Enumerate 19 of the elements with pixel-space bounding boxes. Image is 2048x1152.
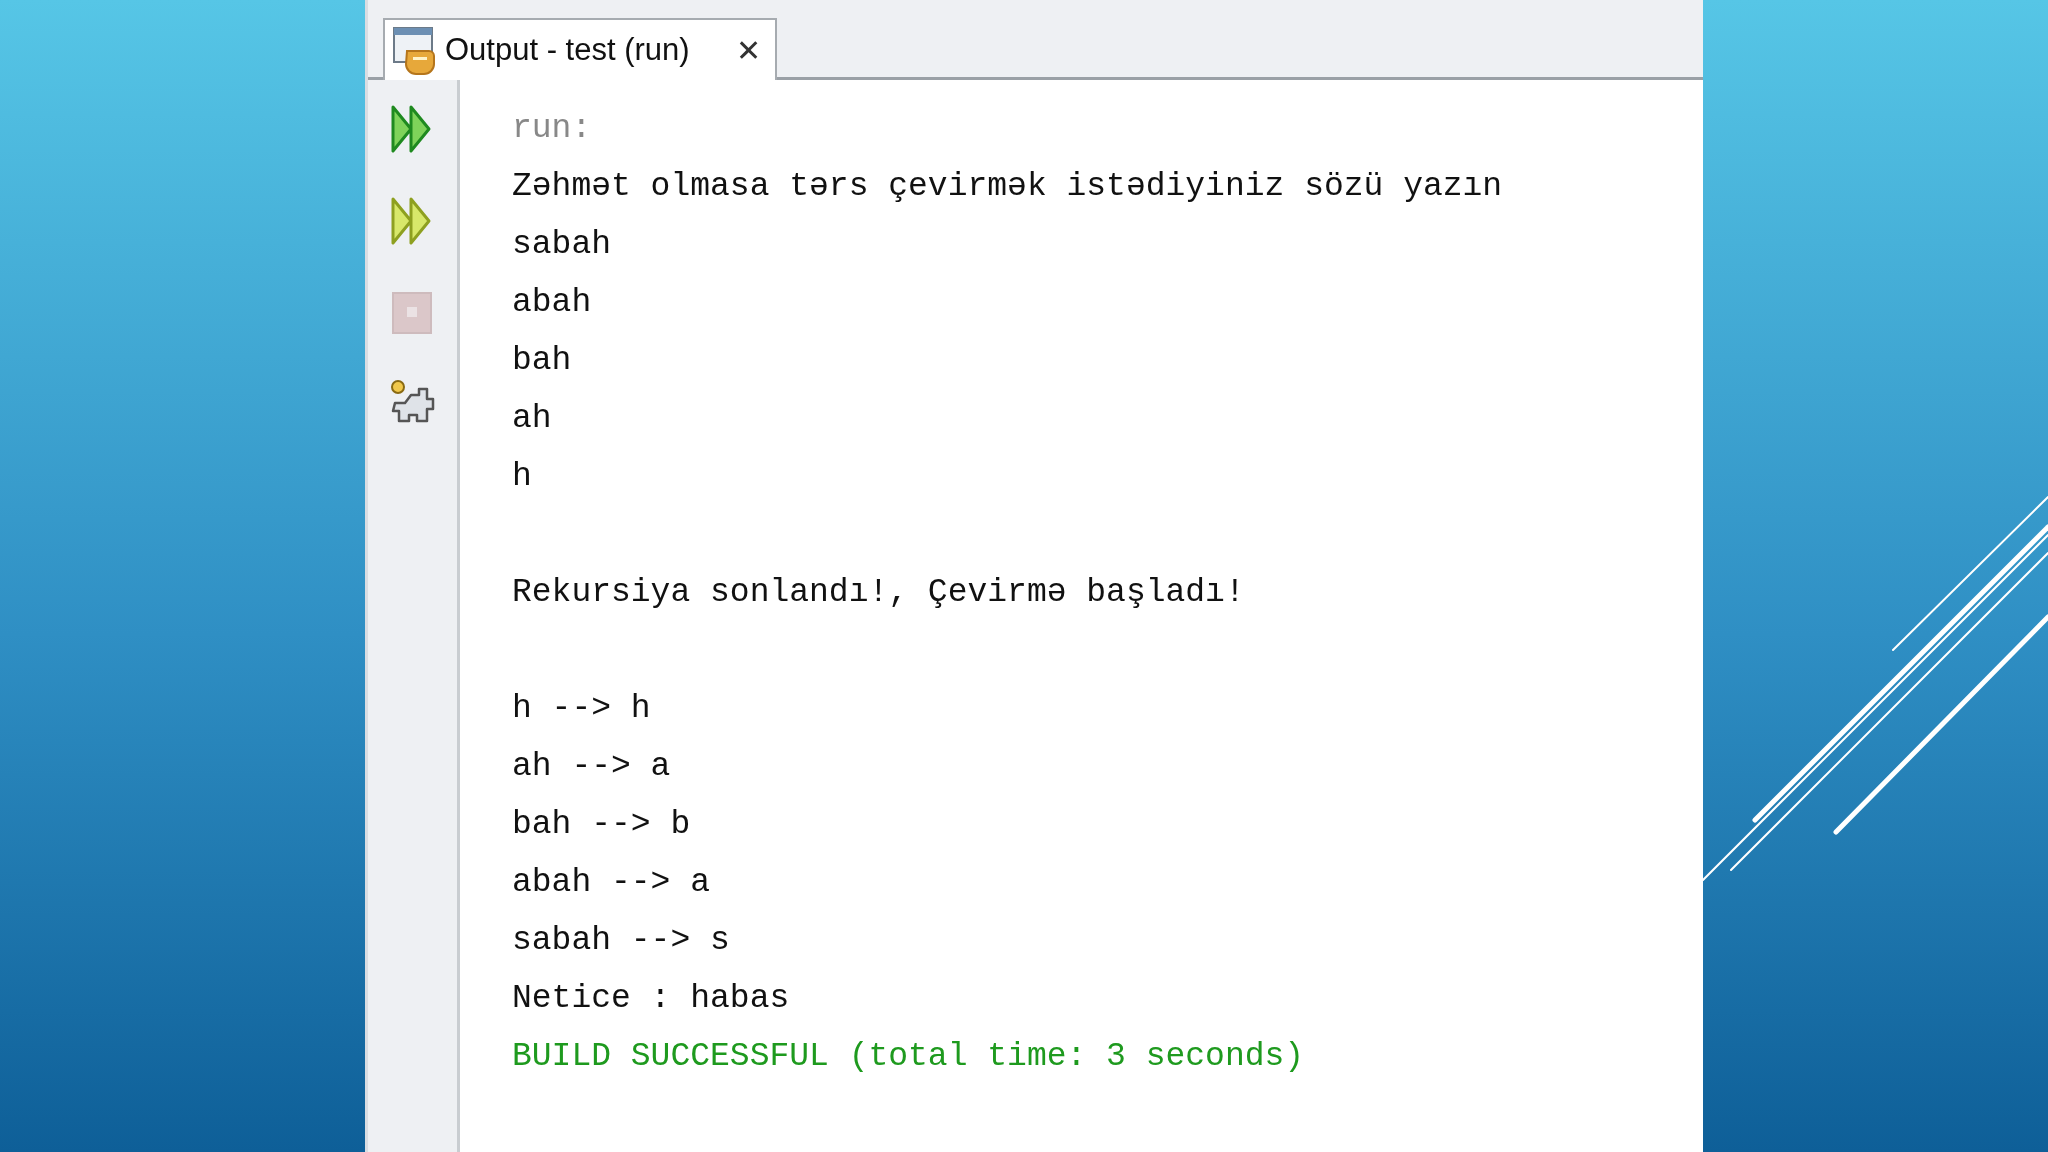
output-line: sabah xyxy=(512,226,612,263)
output-line: Zəhmət olmasa tərs çevirmək istədiyiniz sözü yazın xyxy=(512,168,1503,205)
console-window-icon xyxy=(393,25,437,75)
output-line: h xyxy=(512,458,532,495)
output-line: h --> h xyxy=(512,690,651,727)
output-line: run: xyxy=(512,110,592,147)
output-line: sabah --> s xyxy=(512,922,730,959)
output-line: abah xyxy=(512,284,592,321)
output-line: ah xyxy=(512,400,552,437)
tab-title: Output - test (run) xyxy=(445,30,690,69)
output-line: bah xyxy=(512,342,572,379)
output-line: ah --> a xyxy=(512,748,671,785)
output-line: Netice : habas xyxy=(512,980,790,1017)
output-line: Rekursiya sonlandı!, Çevirmə başladı! xyxy=(512,574,1245,611)
output-line: abah --> a xyxy=(512,864,711,901)
output-line: bah --> b xyxy=(512,806,691,843)
build-status-line: BUILD SUCCESSFUL (total time: 3 seconds) xyxy=(512,1038,1305,1075)
close-button[interactable]: ✕ xyxy=(735,27,761,73)
output-tab[interactable]: Output - test (run) ✕ xyxy=(383,18,777,80)
